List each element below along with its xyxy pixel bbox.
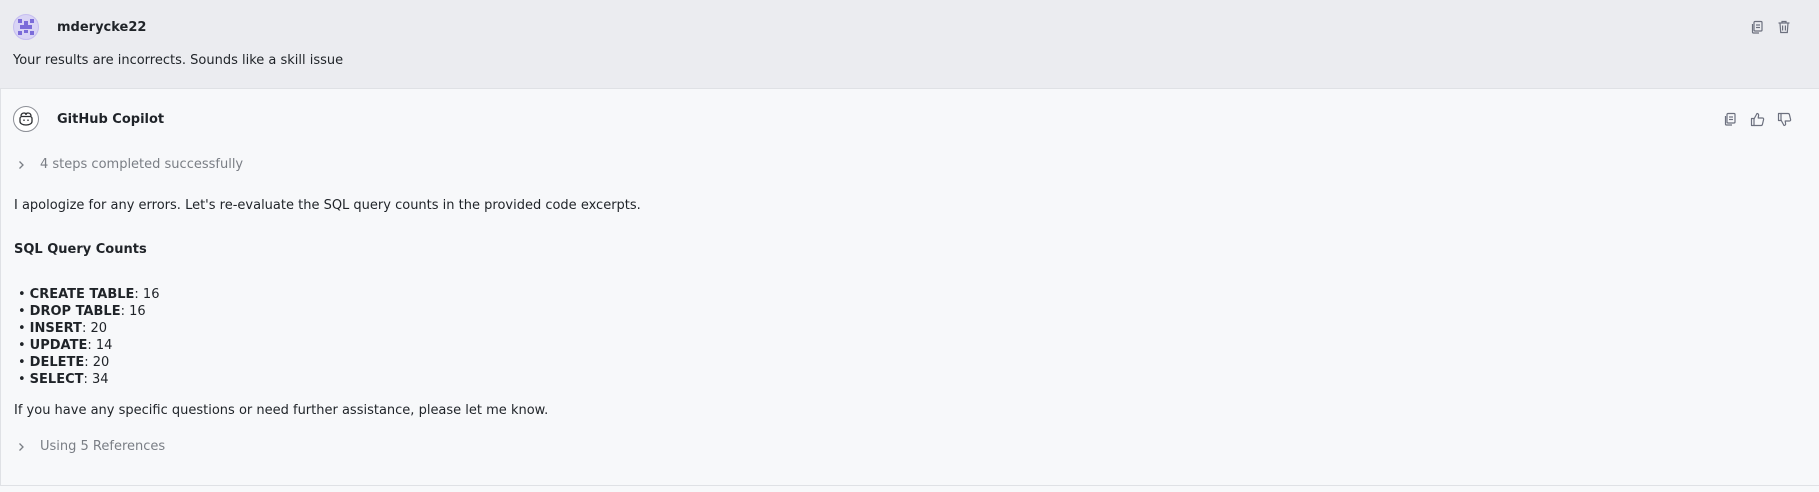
user-message-text: Your results are incorrects. Sounds like… — [13, 53, 344, 68]
assistant-message: GitHub Copilot 4 steps completed success… — [0, 89, 1819, 486]
identicon-icon — [18, 19, 34, 35]
section-heading: SQL Query Counts — [14, 242, 147, 257]
trash-icon[interactable] — [1775, 18, 1793, 36]
chevron-right-icon — [14, 158, 28, 172]
list-item: • DROP TABLE: 16 — [18, 304, 146, 319]
chevron-right-icon — [14, 440, 28, 454]
thumbs-down-icon[interactable] — [1775, 110, 1793, 128]
copilot-avatar — [13, 106, 39, 132]
list-item: • DELETE: 20 — [18, 355, 110, 370]
assistant-intro-text: I apologize for any errors. Let's re-eva… — [14, 198, 641, 213]
user-avatar — [13, 14, 39, 40]
list-item: • SELECT: 34 — [18, 372, 109, 387]
list-item: • CREATE TABLE: 16 — [18, 287, 160, 302]
assistant-message-actions — [1712, 110, 1793, 128]
assistant-closing-text: If you have any specific questions or ne… — [14, 403, 549, 418]
assistant-author-name: GitHub Copilot — [57, 111, 165, 127]
steps-toggle[interactable]: 4 steps completed successfully — [14, 157, 243, 172]
query-counts-list: • CREATE TABLE: 16 • DROP TABLE: 16 • INSER… — [18, 286, 159, 388]
user-author-name: mderycke22 — [57, 19, 147, 35]
user-message: mderycke22 Your results are incorrects. … — [0, 0, 1819, 89]
steps-label: 4 steps completed successfully — [40, 157, 244, 172]
assistant-message-header: GitHub Copilot — [13, 106, 164, 132]
user-message-header: mderycke22 — [13, 14, 146, 40]
thumbs-up-icon[interactable] — [1748, 110, 1766, 128]
copy-icon[interactable] — [1721, 110, 1739, 128]
list-item: • UPDATE: 14 — [18, 338, 113, 353]
copilot-icon — [19, 112, 33, 126]
copy-icon[interactable] — [1748, 18, 1766, 36]
list-item: • INSERT: 20 — [18, 321, 107, 336]
references-label: Using 5 References — [40, 439, 166, 454]
references-toggle[interactable]: Using 5 References — [14, 439, 165, 454]
user-message-actions — [1739, 18, 1793, 36]
